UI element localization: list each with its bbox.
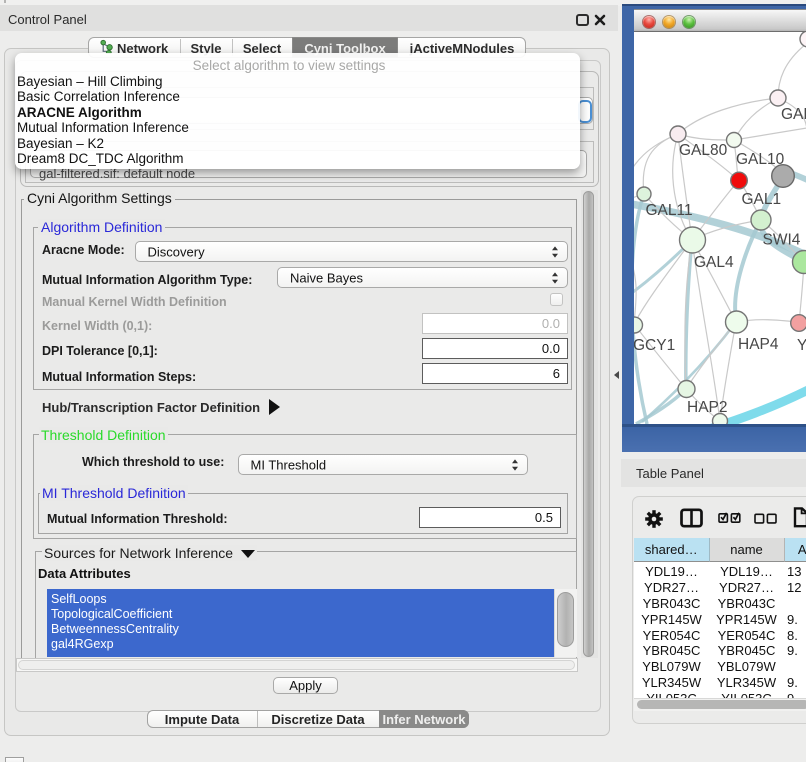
- svg-text:SWI4: SWI4: [763, 232, 801, 249]
- svg-text:GAL10: GAL10: [736, 151, 785, 168]
- svg-text:GAL1: GAL1: [742, 191, 782, 208]
- svg-text:Y: Y: [797, 337, 806, 354]
- svg-text:GAL4: GAL4: [694, 254, 734, 271]
- svg-text:GCY1: GCY1: [634, 337, 675, 354]
- svg-text:GAL11: GAL11: [646, 202, 693, 219]
- svg-text:HAP2: HAP2: [687, 399, 728, 416]
- svg-text:GAL80: GAL80: [679, 142, 728, 159]
- svg-text:HAP4: HAP4: [738, 336, 779, 353]
- svg-text:GAL: GAL: [781, 106, 806, 123]
